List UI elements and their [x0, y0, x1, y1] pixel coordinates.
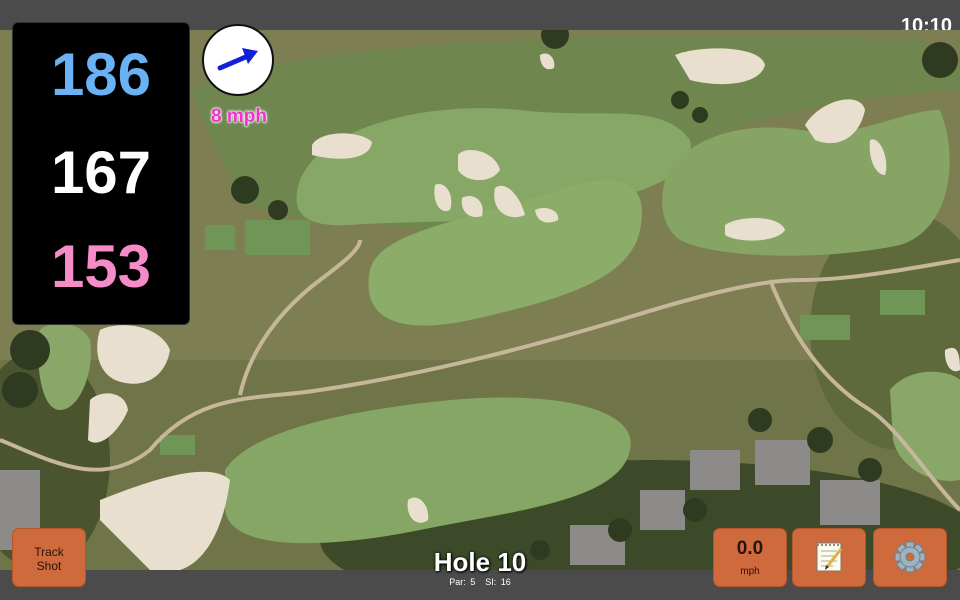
- settings-button[interactable]: [873, 528, 947, 587]
- hole-par: Par: 5: [449, 577, 476, 587]
- track-shot-label-line1: Track: [34, 545, 64, 559]
- wind-speed-label: 8 mph: [211, 106, 267, 127]
- hole-stroke-index: SI: 16: [485, 577, 511, 587]
- wind-speed-value: 0.0: [736, 538, 764, 559]
- wind-indicator: [202, 24, 274, 96]
- track-shot-button[interactable]: Track Shot: [12, 528, 86, 587]
- wind-speed-button[interactable]: 0.0 mph: [713, 528, 787, 587]
- arrow-right-icon: [217, 48, 258, 71]
- hole-details: Par: 5 SI: 16: [400, 577, 560, 587]
- middle-yardage: 167: [50, 139, 152, 206]
- track-shot-label-line2: Shot: [36, 559, 62, 573]
- hole-title: Hole 10: [433, 547, 527, 577]
- front-yardage: 153: [50, 233, 152, 300]
- gear-icon: [894, 541, 926, 573]
- back-yardage: 186: [50, 41, 152, 108]
- yardage-panel: 186 167 153: [12, 22, 190, 325]
- notes-button[interactable]: [792, 528, 866, 587]
- notepad-icon: [816, 542, 843, 572]
- wind-speed-unit: mph: [740, 566, 760, 577]
